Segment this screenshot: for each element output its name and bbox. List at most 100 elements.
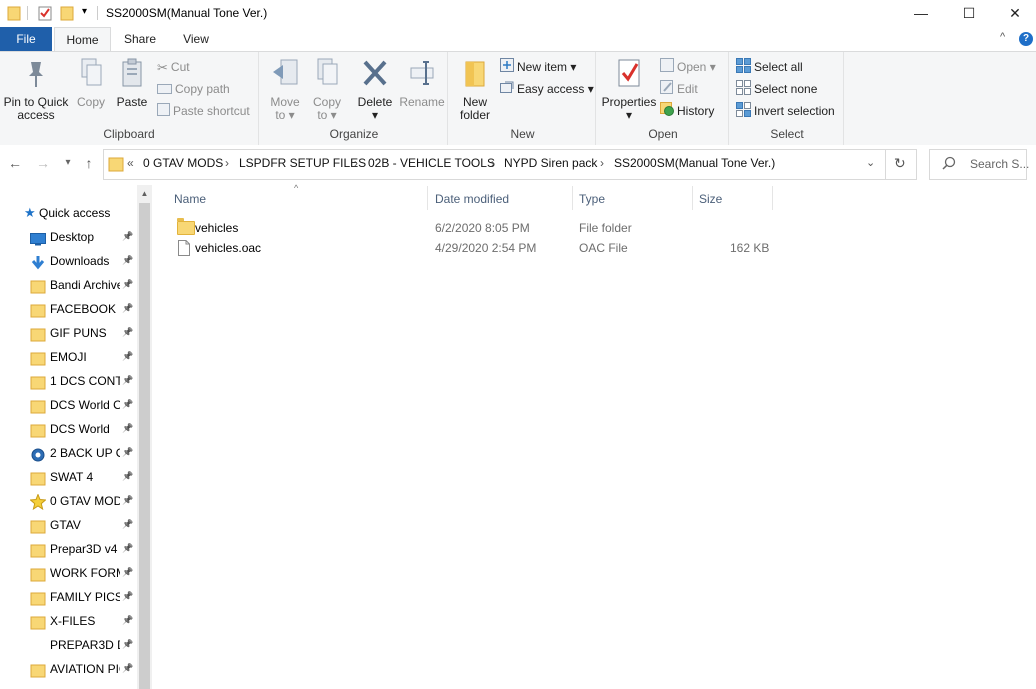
pin-icon[interactable]: 📌 [122, 327, 133, 338]
minimize-button[interactable]: — [898, 0, 944, 27]
recent-locations-chevron-icon[interactable]: ▾ [62, 153, 74, 173]
pin-icon[interactable]: 📌 [122, 567, 133, 578]
pin-icon[interactable]: 📌 [122, 615, 133, 626]
copy-button[interactable]: Copy [72, 56, 110, 109]
pin-icon[interactable]: 📌 [122, 375, 133, 386]
paste-button[interactable]: Paste [113, 56, 151, 109]
refresh-icon[interactable]: ↻ [894, 155, 906, 172]
customize-toolbar-icon[interactable]: ▾ [82, 6, 87, 17]
move-to-button[interactable]: Move to ▾ [265, 56, 305, 122]
open-button[interactable]: Open ▾ [660, 58, 716, 76]
help-icon[interactable]: ? [1019, 32, 1033, 46]
pin-icon[interactable]: 📌 [122, 255, 133, 266]
star-icon: ★ [24, 205, 36, 220]
tab-view[interactable]: View [170, 27, 222, 51]
column-divider[interactable] [692, 186, 693, 210]
column-header-type[interactable]: Type [579, 192, 605, 212]
pin-icon[interactable]: 📌 [122, 639, 133, 650]
scroll-up-icon[interactable]: ▲ [139, 188, 150, 200]
folder-icon [108, 156, 124, 175]
pin-icon[interactable]: 📌 [122, 495, 133, 506]
quick-access-item-label: DCS World [50, 422, 110, 436]
breadcrumb-separator: › [354, 156, 358, 170]
breadcrumb-overflow[interactable]: « [127, 156, 134, 170]
quick-access-item-label: GTAV [50, 518, 81, 532]
paste-shortcut-button[interactable]: Paste shortcut [157, 102, 250, 120]
pin-icon[interactable]: 📌 [122, 591, 133, 602]
cut-button[interactable]: ✂ Cut [157, 58, 190, 76]
file-row[interactable]: vehicles 6/2/2020 8:05 PM File folder [170, 218, 770, 238]
paste-label: Paste [116, 95, 148, 109]
tab-share[interactable]: Share [113, 27, 167, 51]
pin-to-quick-access-button[interactable]: Pin to Quick access [2, 56, 70, 122]
select-all-label: Select all [754, 60, 803, 75]
column-divider[interactable] [772, 186, 773, 210]
pin-icon[interactable]: 📌 [122, 351, 133, 362]
select-none-button[interactable]: Select none [736, 80, 817, 98]
column-header-date-modified[interactable]: Date modified [435, 192, 509, 212]
breadcrumb-lspdfr-setup-files[interactable]: LSPDFR SETUP FILES [239, 156, 366, 170]
breadcrumb-02b-vehicle-tools[interactable]: 02B - VEHICLE TOOLS [368, 156, 495, 170]
pin-icon[interactable]: 📌 [122, 663, 133, 674]
history-button[interactable]: History [660, 102, 714, 120]
column-header-size[interactable]: Size [699, 192, 722, 212]
pin-icon[interactable]: 📌 [122, 423, 133, 434]
search-input[interactable]: Search S... [970, 157, 1029, 171]
properties-icon[interactable] [38, 5, 52, 24]
organize-group-label: Organize [329, 127, 379, 141]
up-arrow-icon[interactable]: ↑ [80, 153, 98, 173]
invert-selection-button[interactable]: Invert selection [736, 102, 835, 120]
address-dropdown-chevron-icon[interactable]: ⌄ [866, 156, 875, 169]
pin-icon[interactable]: 📌 [122, 231, 133, 242]
column-divider[interactable] [427, 186, 428, 210]
forward-arrow-icon[interactable]: → [34, 153, 52, 173]
properties-icon [600, 56, 658, 93]
tab-file[interactable]: File [0, 27, 52, 51]
quick-access-item-label: Desktop [50, 230, 95, 244]
search-box[interactable]: Search S... [929, 149, 1029, 180]
address-bar[interactable]: « 0 GTAV MODS › LSPDFR SETUP FILES › 02B… [103, 149, 917, 180]
file-row[interactable]: vehicles.oac 4/29/2020 2:54 PM OAC File … [170, 238, 770, 258]
back-arrow-icon[interactable]: ← [6, 153, 24, 173]
copy-label: Copy [76, 95, 105, 109]
tab-home[interactable]: Home [54, 27, 111, 52]
nav-scrollbar-thumb[interactable] [139, 203, 150, 689]
cut-label: Cut [170, 60, 190, 74]
pin-icon[interactable]: 📌 [122, 471, 133, 482]
properties-button[interactable]: Properties ▾ [600, 56, 658, 122]
select-all-button[interactable]: Select all [736, 58, 803, 76]
delete-icon [353, 56, 397, 93]
pin-icon[interactable]: 📌 [122, 303, 133, 314]
easy-access-button[interactable]: Easy access ▾ [500, 80, 594, 98]
new-folder-icon[interactable] [60, 5, 74, 24]
maximize-button[interactable]: ☐ [946, 0, 992, 27]
column-header-name[interactable]: Name [174, 192, 206, 212]
copy-path-button[interactable]: Copy path [157, 80, 230, 98]
copy-to-button[interactable]: Copy to ▾ [307, 56, 347, 122]
breadcrumb-separator: › [225, 156, 229, 170]
pin-icon[interactable]: 📌 [122, 447, 133, 458]
quick-access-item-label: 1 DCS CONTE [50, 374, 120, 388]
new-item-button[interactable]: New item ▾ [500, 58, 576, 76]
history-icon [660, 102, 674, 121]
breadcrumb-nypd-siren-pack[interactable]: NYPD Siren pack [504, 156, 597, 170]
new-folder-button[interactable]: New folder [456, 56, 494, 122]
new-item-label: New item [517, 60, 568, 74]
pin-icon[interactable]: 📌 [122, 543, 133, 554]
quick-access-item[interactable]: ★ Quick access [24, 205, 110, 221]
pin-icon[interactable]: 📌 [122, 399, 133, 410]
breadcrumb-0-gtav-mods[interactable]: 0 GTAV MODS [143, 156, 223, 170]
breadcrumb-separator: › [491, 156, 495, 170]
rename-button[interactable]: Rename [399, 56, 445, 109]
edit-button[interactable]: Edit [660, 80, 698, 98]
edit-icon [660, 80, 674, 99]
breadcrumb-ss2000sm[interactable]: SS2000SM(Manual Tone Ver.) [614, 156, 775, 170]
pin-icon[interactable]: 📌 [122, 279, 133, 290]
pin-icon[interactable]: 📌 [122, 519, 133, 530]
close-button[interactable]: ✕ [992, 0, 1036, 27]
column-divider[interactable] [572, 186, 573, 210]
ribbon-tabs: File Home Share View ^ ? [0, 27, 1036, 52]
delete-button[interactable]: Delete ▾ [353, 56, 397, 122]
collapse-ribbon-icon[interactable]: ^ [1000, 31, 1005, 43]
select-all-icon [736, 58, 751, 78]
